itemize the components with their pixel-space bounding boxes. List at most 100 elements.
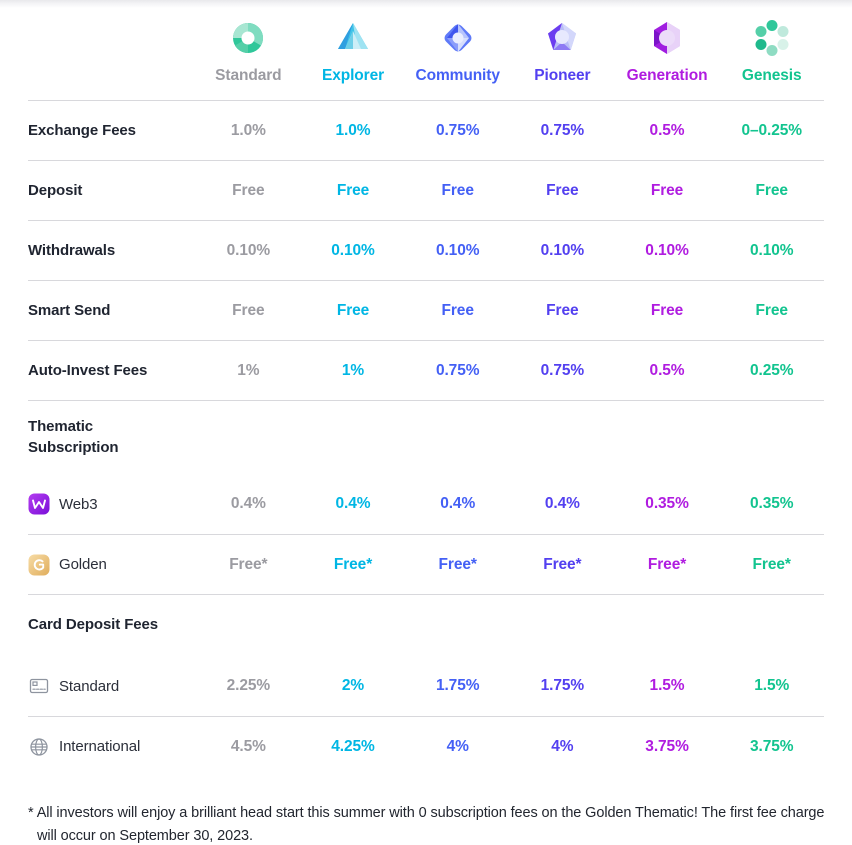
row-label-cell: Auto-Invest Fees (28, 362, 196, 379)
cell-explorer: Free (336, 301, 370, 319)
cell-explorer: 4.25% (331, 737, 375, 755)
cell-genesis: 0.10% (749, 241, 794, 259)
row-label-cell: Smart Send (28, 302, 196, 319)
cell-explorer: 0.10% (331, 241, 375, 259)
cell-pioneer: Free (546, 301, 579, 319)
cell-pioneer: Free (546, 181, 579, 199)
tier-header-generation[interactable]: Generation (615, 18, 720, 85)
cell-standard: 2.25% (226, 677, 271, 694)
credit-card-icon (29, 678, 49, 694)
section-title-line1: Thematic (28, 417, 94, 435)
cell-genesis: Free (755, 181, 788, 199)
cell-genesis: 3.75% (749, 737, 794, 755)
golden-app-icon (28, 554, 50, 575)
tier-header-standard[interactable]: Standard (196, 18, 301, 85)
cell-generation: 3.75% (645, 737, 689, 755)
page-top-edge (0, 0, 852, 8)
cell-generation: 0.35% (645, 495, 689, 512)
cell-pioneer: 0.4% (544, 495, 580, 512)
cell-pioneer: 0.10% (540, 241, 585, 259)
table-row: Smart Send Free Free Free Free Free Free (28, 280, 824, 340)
section-title: Card Deposit Fees (28, 616, 159, 634)
cell-genesis: 0.35% (749, 495, 794, 512)
cell-community: 0.75% (435, 361, 480, 379)
cell-community: 0.4% (440, 495, 476, 512)
cell-standard: Free (232, 301, 265, 319)
cell-standard: Free (232, 181, 265, 199)
cell-generation: 0.5% (649, 361, 685, 379)
row-label: Deposit (28, 182, 83, 199)
cell-genesis: Free (755, 301, 788, 319)
cell-generation: Free (650, 181, 684, 199)
tier-label-community: Community (415, 67, 500, 84)
section-title: Thematic Subscription (28, 417, 119, 458)
section-title-line2: Subscription (28, 438, 119, 456)
table-row: Auto-Invest Fees 1% 1% 0.75% 0.75% 0.5% … (28, 340, 824, 400)
cell-generation: 0.5% (649, 121, 685, 139)
tier-label-genesis: Genesis (741, 67, 802, 84)
globe-icon (30, 737, 48, 756)
row-label: Web3 (59, 495, 98, 513)
row-label: Golden (59, 556, 107, 573)
cell-explorer: 0.4% (335, 495, 371, 512)
tier-header-genesis[interactable]: Genesis (719, 18, 824, 85)
cell-standard: 0.4% (230, 495, 266, 512)
row-label-cell: Deposit (28, 182, 196, 199)
tier-label-generation: Generation (626, 67, 708, 84)
gem-pentagon-icon (548, 23, 577, 50)
cell-genesis: 1.5% (754, 677, 790, 694)
table-row: Deposit Free Free Free Free Free Free (28, 160, 824, 220)
cell-standard: 1.0% (230, 121, 266, 139)
footnote-body: All investors will enjoy a brilliant hea… (36, 805, 825, 845)
gem-hexagon-icon (654, 22, 681, 54)
cell-community: Free (441, 301, 474, 319)
footnote-text: * All investors will enjoy a brilliant h… (28, 802, 828, 845)
tier-label-standard: Standard (215, 67, 282, 84)
tier-label-pioneer: Pioneer (534, 67, 591, 84)
cell-genesis: 0.25% (749, 361, 794, 379)
cell-genesis: 0–0.25% (741, 121, 802, 139)
cell-generation: 1.5% (649, 677, 685, 694)
gem-flower-icon (755, 20, 789, 56)
cell-community: 4% (446, 737, 469, 755)
cell-community: 0.10% (435, 241, 480, 259)
cell-explorer: Free* (333, 555, 373, 573)
table-row: Exchange Fees 1.0% 1.0% 0.75% 0.75% 0.5%… (28, 100, 824, 160)
row-label: International (59, 738, 141, 755)
cell-generation: Free (650, 301, 684, 319)
cell-community: 1.75% (435, 677, 480, 694)
row-label-cell: Exchange Fees (28, 122, 196, 139)
cell-pioneer: 1.75% (540, 677, 585, 694)
tier-header-community[interactable]: Community (405, 18, 510, 85)
cell-community: Free* (438, 555, 477, 573)
cell-genesis: Free* (752, 555, 791, 573)
cell-explorer: 1% (341, 361, 365, 379)
cell-pioneer: 0.75% (540, 361, 585, 379)
row-label: Auto-Invest Fees (28, 362, 148, 379)
table-row: International 4.5% 4.25% 4% 4% 3.75% 3.7… (28, 716, 824, 776)
cell-standard: 4.5% (230, 737, 266, 755)
row-label-cell: Withdrawals (28, 242, 196, 259)
footnote-marker: * (28, 805, 34, 821)
fee-comparison-table: Standard Explorer Community Pioneer Gene… (0, 8, 852, 776)
section-header-thematic: Thematic Subscription (28, 400, 824, 474)
cell-community: Free (441, 181, 474, 199)
tier-header-explorer[interactable]: Explorer (301, 18, 406, 85)
table-row: Web3 0.4% 0.4% 0.4% 0.4% 0.35% 0.35% (28, 474, 824, 534)
gem-circle-icon (233, 22, 264, 54)
cell-explorer: 2% (341, 677, 365, 694)
section-label-cell: Card Deposit Fees (28, 615, 196, 636)
row-label-cell: International (28, 736, 196, 758)
web3-app-icon (28, 493, 50, 515)
gem-triangle-icon (338, 23, 368, 49)
cell-standard: Free* (229, 555, 268, 573)
cell-community: 0.75% (435, 121, 480, 139)
table-header-row: Standard Explorer Community Pioneer Gene… (28, 8, 824, 100)
cell-explorer: 1.0% (335, 121, 371, 139)
table-row: Standard 2.25% 2% 1.75% 1.75% 1.5% 1.5% (28, 656, 824, 716)
tier-label-explorer: Explorer (321, 67, 385, 84)
table-row: Golden Free* Free* Free* Free* Free* Fre… (28, 534, 824, 594)
cell-explorer: Free (336, 181, 370, 199)
tier-header-pioneer[interactable]: Pioneer (510, 18, 615, 85)
section-header-card-deposit: Card Deposit Fees (28, 594, 824, 656)
